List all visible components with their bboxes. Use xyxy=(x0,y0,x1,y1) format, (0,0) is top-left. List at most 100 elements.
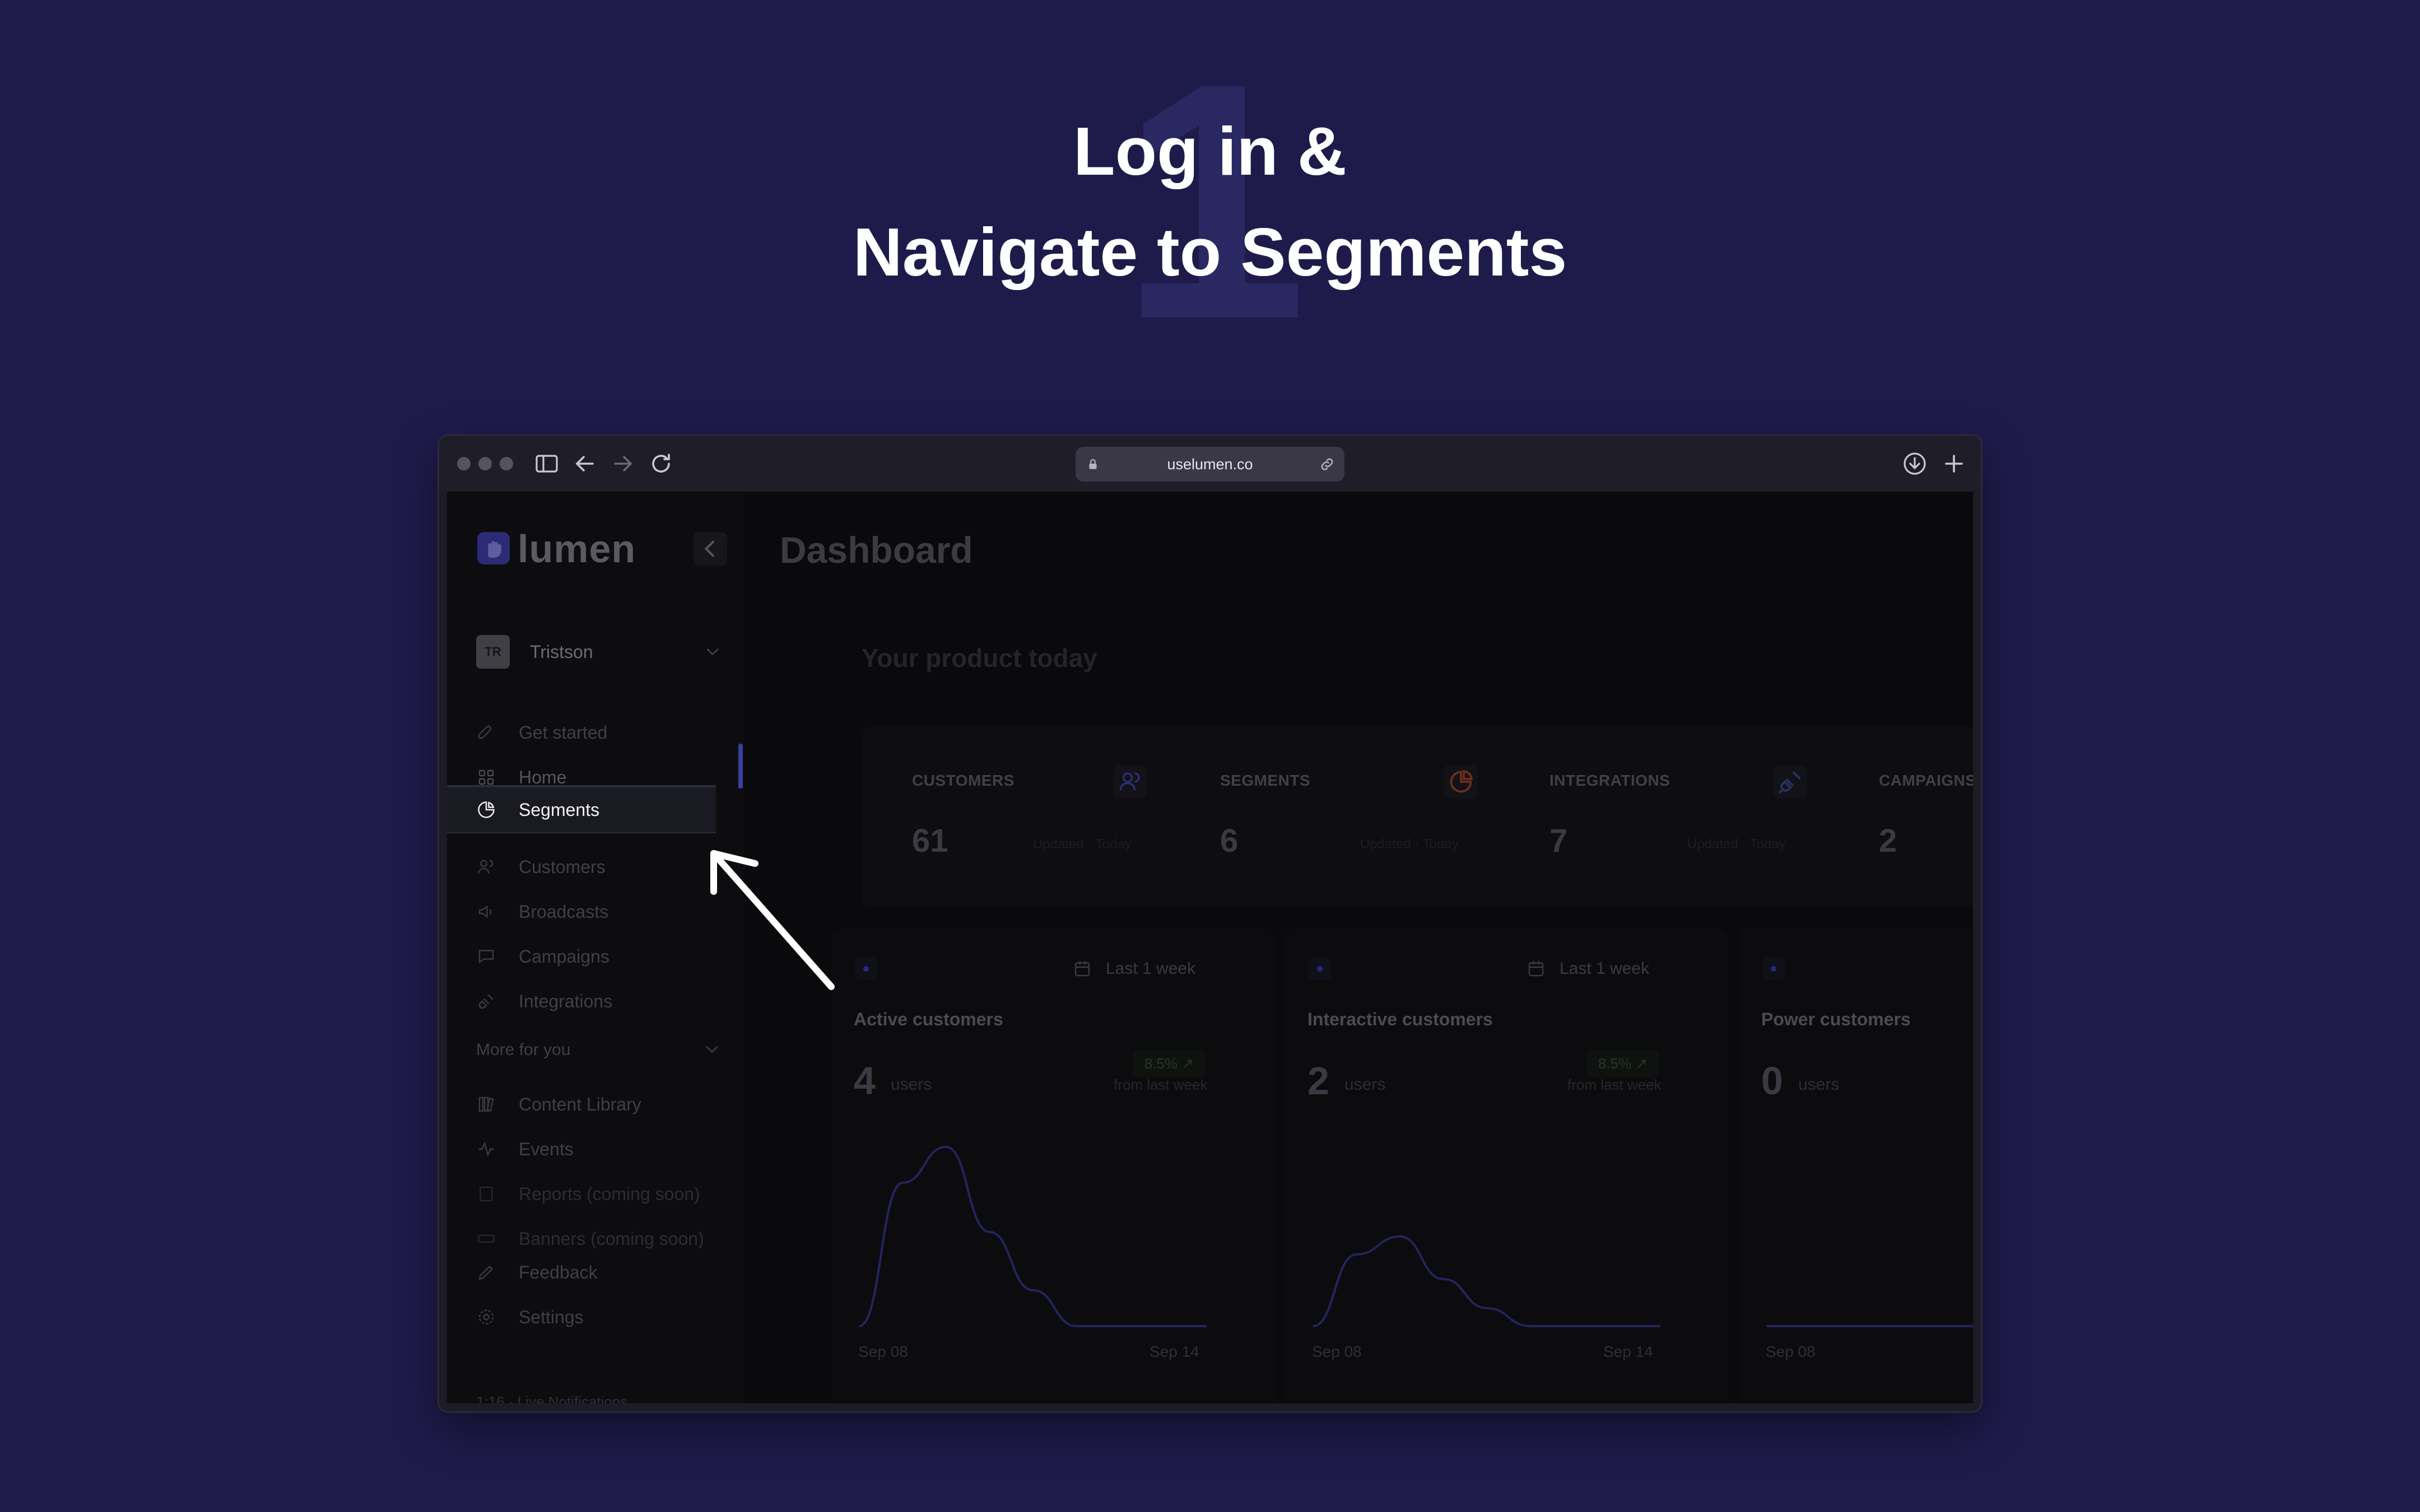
sidebar-item-label: Get started xyxy=(519,722,608,743)
sparkline-series-line xyxy=(859,1145,1207,1327)
banner-icon xyxy=(478,1234,495,1243)
stat-customers[interactable]: CUSTOMERS 61 Updated · Today xyxy=(912,727,1181,906)
card-unit: users xyxy=(1798,1075,1840,1094)
gear-icon xyxy=(478,1309,494,1325)
stat-label: CAMPAIGNS xyxy=(1879,772,1973,789)
calendar-icon xyxy=(1528,961,1544,977)
sidebar: lumen TR Tristson Get started Home Segme… xyxy=(447,492,744,1403)
feedback-icon xyxy=(478,1265,494,1280)
stat-integrations[interactable]: INTEGRATIONS 7 Updated · Today xyxy=(1549,727,1818,906)
sidebar-item-get-started[interactable]: Get started xyxy=(447,710,716,755)
forward-icon[interactable] xyxy=(609,450,636,477)
browser-toolbar: uselumen.co xyxy=(439,436,1981,492)
sidebar-item-integrations[interactable]: Integrations xyxy=(447,979,716,1024)
sidebar-item-label: Campaigns xyxy=(519,946,609,967)
sidebar-item-label: Events xyxy=(519,1139,574,1159)
series-dot-icon xyxy=(1309,958,1331,980)
stat-label: INTEGRATIONS xyxy=(1549,772,1670,789)
series-dot-icon xyxy=(1762,958,1785,980)
new-tab-icon[interactable] xyxy=(1940,450,1967,477)
sidebar-toggle-icon[interactable] xyxy=(533,450,560,477)
download-icon[interactable] xyxy=(1901,450,1928,477)
sidebar-item-label: Feedback xyxy=(519,1262,598,1282)
library-icon xyxy=(478,1096,494,1112)
sidebar-item-label: Settings xyxy=(519,1307,584,1327)
sidebar-item-label: Reports (coming soon) xyxy=(519,1184,700,1204)
stat-note: Updated · Today xyxy=(1360,837,1459,852)
sidebar-item-reports: Reports (coming soon) xyxy=(447,1172,716,1216)
sparkline-chart xyxy=(859,1145,1207,1327)
card-value: 2 xyxy=(1307,1059,1329,1103)
sparkline-series-line xyxy=(1313,1235,1660,1327)
stat-segments[interactable]: SEGMENTS 6 Updated · Today xyxy=(1220,727,1489,906)
address-bar[interactable]: uselumen.co xyxy=(1076,447,1344,482)
stat-value: 2 xyxy=(1879,823,1897,859)
workspace-avatar: TR xyxy=(476,635,510,669)
sidebar-item-events[interactable]: Events xyxy=(447,1127,716,1172)
stat-value: 6 xyxy=(1220,823,1239,859)
report-icon xyxy=(480,1186,493,1202)
brand-name: lumen xyxy=(518,527,636,571)
sidebar-item-label: Integrations xyxy=(519,991,613,1011)
more-section-label[interactable]: More for you xyxy=(476,1040,570,1060)
stat-value: 61 xyxy=(912,823,948,859)
sidebar-item-content-library[interactable]: Content Library xyxy=(447,1082,716,1127)
stat-campaigns[interactable]: CAMPAIGNS 2 xyxy=(1879,727,1973,906)
plug-icon xyxy=(478,994,494,1009)
link-icon[interactable] xyxy=(1319,456,1335,473)
window-close-button[interactable] xyxy=(457,457,471,470)
sidebar-item-settings[interactable]: Settings xyxy=(447,1295,716,1340)
card-unit: users xyxy=(891,1075,932,1094)
sidebar-item-customers[interactable]: Customers xyxy=(447,844,716,889)
stat-value: 7 xyxy=(1549,823,1568,859)
card-active-customers[interactable]: Last 1 week Active customers 8.5% ↗ 4 us… xyxy=(831,928,1274,1403)
stat-note: Updated · Today xyxy=(1687,837,1786,852)
browser-window: uselumen.co lumen TR Tristson Get starte… xyxy=(439,436,1981,1411)
users-icon xyxy=(1114,765,1147,799)
collapse-sidebar-button[interactable] xyxy=(694,532,727,566)
sidebar-item-broadcasts[interactable]: Broadcasts xyxy=(447,889,716,934)
stat-label: SEGMENTS xyxy=(1220,772,1311,789)
x-axis-start-label: Sep 08 xyxy=(1766,1343,1816,1360)
workspace-switcher[interactable]: TR Tristson xyxy=(476,635,723,669)
sidebar-item-segments[interactable]: Segments xyxy=(447,785,716,833)
message-icon xyxy=(478,950,494,964)
main-content: Dashboard Your product today CUSTOMERS 6… xyxy=(744,492,1973,1403)
chevron-down-icon[interactable] xyxy=(702,1039,722,1060)
window-minimize-button[interactable] xyxy=(478,457,492,470)
sidebar-item-campaigns[interactable]: Campaigns xyxy=(447,934,716,979)
page-title: Dashboard xyxy=(780,529,973,571)
activity-icon xyxy=(478,1141,494,1158)
back-icon[interactable] xyxy=(571,450,598,477)
card-title: Power customers xyxy=(1761,1009,1911,1029)
page-viewport: lumen TR Tristson Get started Home Segme… xyxy=(447,492,1973,1403)
sidebar-item-feedback[interactable]: Feedback xyxy=(447,1250,716,1295)
lumen-logo-icon xyxy=(477,532,510,564)
x-axis-start-label: Sep 08 xyxy=(1312,1343,1362,1360)
headline-line-1: Log in & xyxy=(1073,113,1347,189)
card-value: 0 xyxy=(1761,1059,1783,1103)
card-value: 4 xyxy=(854,1059,876,1103)
sidebar-item-label: Customers xyxy=(519,857,606,877)
change-badge: 8.5% ↗ xyxy=(1586,1049,1659,1077)
url-text: uselumen.co xyxy=(1167,456,1253,473)
x-axis-end-label: Sep 14 xyxy=(1150,1343,1199,1360)
sparkline-chart xyxy=(1767,1325,1973,1327)
change-caption: from last week xyxy=(1114,1076,1208,1093)
plug-icon xyxy=(1774,765,1807,799)
change-caption: from last week xyxy=(1567,1076,1662,1093)
stats-panel: CUSTOMERS 61 Updated · Today SEGMENTS 6 … xyxy=(862,727,1973,906)
card-title: Interactive customers xyxy=(1307,1009,1493,1029)
window-zoom-button[interactable] xyxy=(500,457,513,470)
card-power-customers[interactable]: Power customers 0 users Sep 08 xyxy=(1739,928,1973,1403)
rocket-icon xyxy=(478,725,492,739)
pie-chart-icon xyxy=(1444,765,1478,799)
card-interactive-customers[interactable]: Last 1 week Interactive customers 8.5% ↗… xyxy=(1285,928,1728,1403)
reload-icon[interactable] xyxy=(648,450,674,477)
stat-note: Updated · Today xyxy=(1033,837,1132,852)
pointer-arrow-icon xyxy=(710,850,835,990)
megaphone-icon xyxy=(478,905,492,918)
chevron-left-icon xyxy=(704,540,714,557)
grid-icon xyxy=(478,769,494,785)
card-title: Active customers xyxy=(854,1009,1003,1029)
